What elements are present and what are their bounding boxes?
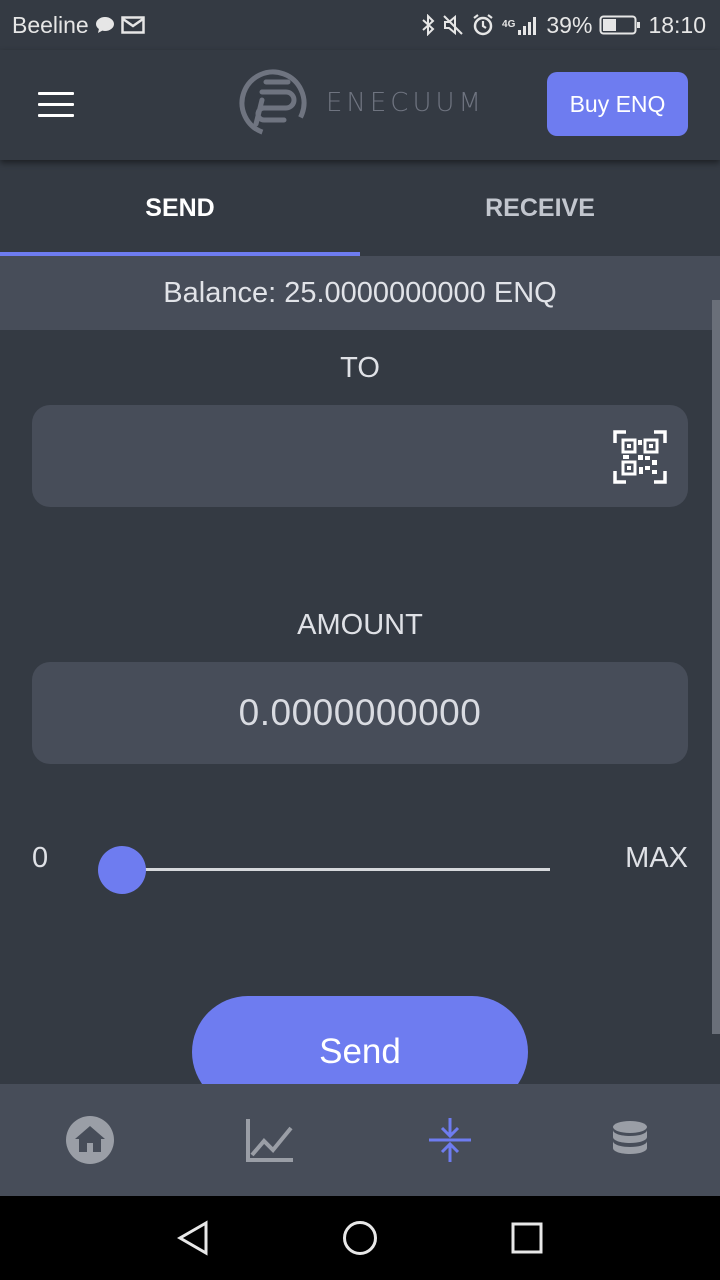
chart-icon bbox=[246, 1119, 293, 1162]
nav-home[interactable] bbox=[0, 1084, 180, 1196]
system-nav-bar bbox=[0, 1196, 720, 1280]
carrier-name: Beeline bbox=[12, 11, 89, 38]
amount-input[interactable]: 0.0000000000 bbox=[32, 662, 688, 764]
chat-bubble-icon bbox=[95, 16, 115, 34]
brand-name: ENECUUM bbox=[326, 88, 485, 118]
amount-label: AMOUNT bbox=[297, 609, 423, 641]
network-label: 4G bbox=[502, 19, 516, 30]
balance-display: Balance: 25.0000000000 ENQ bbox=[0, 256, 720, 330]
amount-slider-track[interactable] bbox=[122, 868, 550, 871]
qr-scan-icon[interactable] bbox=[612, 429, 668, 485]
signal-icon: 4G bbox=[502, 14, 539, 36]
battery-percent: 39% bbox=[546, 11, 593, 38]
home-icon bbox=[66, 1116, 114, 1164]
bluetooth-icon bbox=[421, 14, 435, 36]
to-label: TO bbox=[340, 352, 380, 384]
nav-stack[interactable] bbox=[540, 1084, 720, 1196]
coin-stack-icon bbox=[613, 1121, 647, 1154]
mute-icon bbox=[442, 14, 464, 36]
scrollbar[interactable] bbox=[712, 300, 720, 1034]
app-bar: ENECUUM Buy ENQ bbox=[0, 50, 720, 160]
slider-max-label[interactable]: MAX bbox=[625, 842, 688, 875]
nav-transfer[interactable] bbox=[360, 1084, 540, 1196]
transfer-icon bbox=[429, 1118, 471, 1162]
mail-icon bbox=[120, 16, 145, 34]
tab-send[interactable]: SEND bbox=[0, 160, 360, 256]
nav-chart[interactable] bbox=[180, 1084, 360, 1196]
alarm-icon bbox=[471, 13, 495, 37]
buy-enq-button[interactable]: Buy ENQ bbox=[547, 72, 688, 136]
tab-receive[interactable]: RECEIVE bbox=[360, 160, 720, 256]
amount-slider-thumb[interactable] bbox=[98, 846, 146, 894]
carrier-group: Beeline bbox=[12, 12, 145, 39]
home-circle-icon[interactable] bbox=[330, 1208, 390, 1268]
brand-logo: ENECUUM bbox=[238, 68, 485, 138]
recipient-address-input[interactable] bbox=[32, 405, 688, 507]
slider-min-label: 0 bbox=[32, 842, 49, 874]
hamburger-menu-icon[interactable] bbox=[38, 92, 74, 118]
recents-icon[interactable] bbox=[497, 1208, 557, 1268]
status-icons: 4G 39% 18:10 bbox=[421, 12, 706, 39]
app-screen: Beeline 4G 39% 18:10 ENECUUM Buy ENQ SEN… bbox=[0, 0, 720, 1280]
back-icon[interactable] bbox=[163, 1208, 223, 1268]
enecuum-logo-icon bbox=[239, 69, 307, 137]
clock: 18:10 bbox=[648, 11, 706, 38]
battery-icon bbox=[599, 14, 641, 36]
tab-bar: SEND RECEIVE bbox=[0, 160, 720, 256]
bottom-nav bbox=[0, 1084, 720, 1196]
status-bar: Beeline 4G 39% 18:10 bbox=[0, 0, 720, 50]
